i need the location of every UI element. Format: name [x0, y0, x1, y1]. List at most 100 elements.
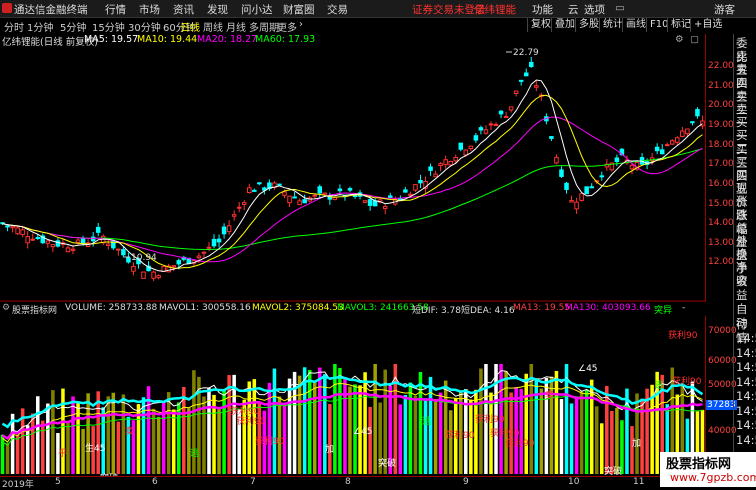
candle-body	[463, 149, 469, 156]
volume-bar	[579, 391, 584, 474]
title-bar: 通达信金融终端 行情 市场 资讯 发现 问小达 财富圈 交易 证券交易未登录 亿…	[0, 0, 756, 18]
period-5min[interactable]: 5分钟	[60, 19, 86, 34]
volume-bar	[323, 374, 327, 474]
period-monthly[interactable]: 月线	[226, 19, 246, 34]
candle-body	[654, 146, 660, 152]
candle-body	[614, 157, 620, 163]
volume-bar	[61, 388, 65, 474]
date-axis: 2019年 5 6 7 8 9 10 11 12	[0, 476, 706, 490]
candle-body	[70, 248, 76, 251]
add-watchlist-button[interactable]: +自选	[690, 18, 725, 32]
period-15min[interactable]: 15分钟	[92, 19, 125, 34]
guest-user[interactable]: 游客	[714, 2, 735, 17]
period-more[interactable]: 更多	[277, 19, 297, 34]
volume-bar	[106, 396, 111, 474]
price-tick: 19.00	[708, 120, 734, 130]
svg-text:10.94: 10.94	[131, 253, 157, 263]
candle-body	[468, 145, 474, 150]
candle-body	[534, 85, 539, 88]
candle-body	[564, 182, 569, 190]
candle-body	[302, 199, 307, 204]
date-tick: 6	[152, 477, 158, 487]
period-weekly[interactable]: 周线	[203, 19, 223, 34]
menu-news[interactable]: 资讯	[173, 2, 194, 17]
volume-bar	[504, 371, 508, 474]
candle-body	[448, 160, 453, 166]
volume-bar	[0, 434, 5, 474]
period-tick[interactable]: 分时	[4, 19, 24, 34]
menu-options[interactable]: 选项	[584, 2, 605, 17]
candle-body	[433, 173, 438, 178]
candle-body	[388, 195, 393, 198]
candle-body	[483, 129, 489, 134]
volume-bar	[438, 392, 443, 474]
candle-body	[45, 240, 51, 244]
ma20-label: MA20: 18.27	[197, 34, 258, 45]
candle-body	[206, 246, 212, 249]
signal-annotation: 获利90	[445, 429, 475, 441]
volume-bar	[343, 377, 347, 474]
candle-body	[50, 244, 56, 248]
volume-bar	[559, 399, 564, 474]
signal-annotation: 逃	[422, 415, 431, 427]
volume-bar	[594, 406, 599, 474]
period-toolbar: 分时 1分钟 5分钟 15分钟 30分钟 60分钟 日线 周线 月线 多周期 更…	[0, 18, 756, 34]
collapse-icon[interactable]: ▢	[690, 34, 699, 45]
side-tick-item: 14:5	[736, 418, 756, 432]
draw-line-button[interactable]: 画线	[622, 18, 649, 32]
candle-body	[252, 189, 257, 192]
volume-bar	[539, 388, 544, 474]
multi-stock-button[interactable]: 多股	[575, 18, 602, 32]
menu-wealth-circle[interactable]: 财富圈	[283, 2, 315, 17]
period-30min[interactable]: 30分钟	[128, 19, 161, 34]
candlestick-chart[interactable]: 22.79 10.94	[0, 47, 705, 302]
candle-body	[231, 214, 237, 217]
price-tick: 18.00	[708, 140, 734, 150]
settings-icon[interactable]: ⚙	[675, 34, 684, 45]
menu-ask-xiaoda[interactable]: 问小达	[241, 2, 273, 17]
signal-annotation: 逃	[655, 379, 664, 391]
menu-market-quotes[interactable]: 行情	[105, 2, 126, 17]
adjust-button[interactable]: 复权	[527, 18, 554, 32]
signal-annotation: 生45	[85, 442, 105, 454]
price-tick: 20.00	[708, 100, 734, 110]
candle-body	[35, 237, 41, 240]
watermark-title: 股票指标网	[666, 457, 732, 472]
volume-bar	[156, 416, 161, 474]
volume-bar	[30, 413, 35, 474]
volume-bar	[348, 386, 352, 474]
volume-bar	[605, 385, 609, 474]
candle-body	[241, 202, 247, 205]
period-daily[interactable]: 日线	[180, 19, 200, 34]
candle-body	[322, 192, 328, 195]
stock-name: 亿纬锂能	[474, 4, 516, 16]
signal-annotation: 卖	[125, 426, 134, 437]
volume-bar	[187, 408, 191, 474]
minimize-icon[interactable]: ▭	[615, 2, 625, 14]
candle-body	[312, 194, 317, 197]
menu-discover[interactable]: 发现	[207, 2, 228, 17]
price-tick: 22.00	[708, 61, 734, 71]
menu-cloud[interactable]: 云	[568, 2, 579, 17]
price-tick: 21.00	[708, 81, 734, 91]
mavol1-label: MAVOL1: 300558.16	[159, 303, 251, 313]
more-chevron-icon[interactable]: ›	[299, 19, 303, 30]
signal-annotation: 获利90	[668, 329, 698, 341]
candle-body	[75, 239, 81, 243]
menu-functions[interactable]: 功能	[532, 2, 553, 17]
watermark-url: www.7gpzb.com	[670, 471, 756, 484]
volume-indicator-chart[interactable]: 生45卖突破获利90获利90获利90逃∠45加突破逃获利90获利90获利90获利…	[0, 316, 705, 476]
date-tick: 10	[568, 477, 580, 487]
indicator-settings-icon[interactable]: ⚙	[2, 303, 10, 313]
app-name: 通达信金融终端	[14, 4, 88, 16]
candle-body	[559, 169, 564, 177]
volume-bar	[36, 396, 40, 474]
overlay-button[interactable]: 叠加	[551, 18, 578, 32]
side-item[interactable]: 收益	[736, 274, 756, 302]
period-multi[interactable]: 多周期	[249, 19, 279, 34]
menu-trade[interactable]: 交易	[327, 2, 348, 17]
menu-market[interactable]: 市场	[139, 2, 160, 17]
candle-body	[116, 248, 121, 251]
period-1min[interactable]: 1分钟	[27, 19, 53, 34]
side-tick-item: 14:5	[736, 345, 756, 360]
